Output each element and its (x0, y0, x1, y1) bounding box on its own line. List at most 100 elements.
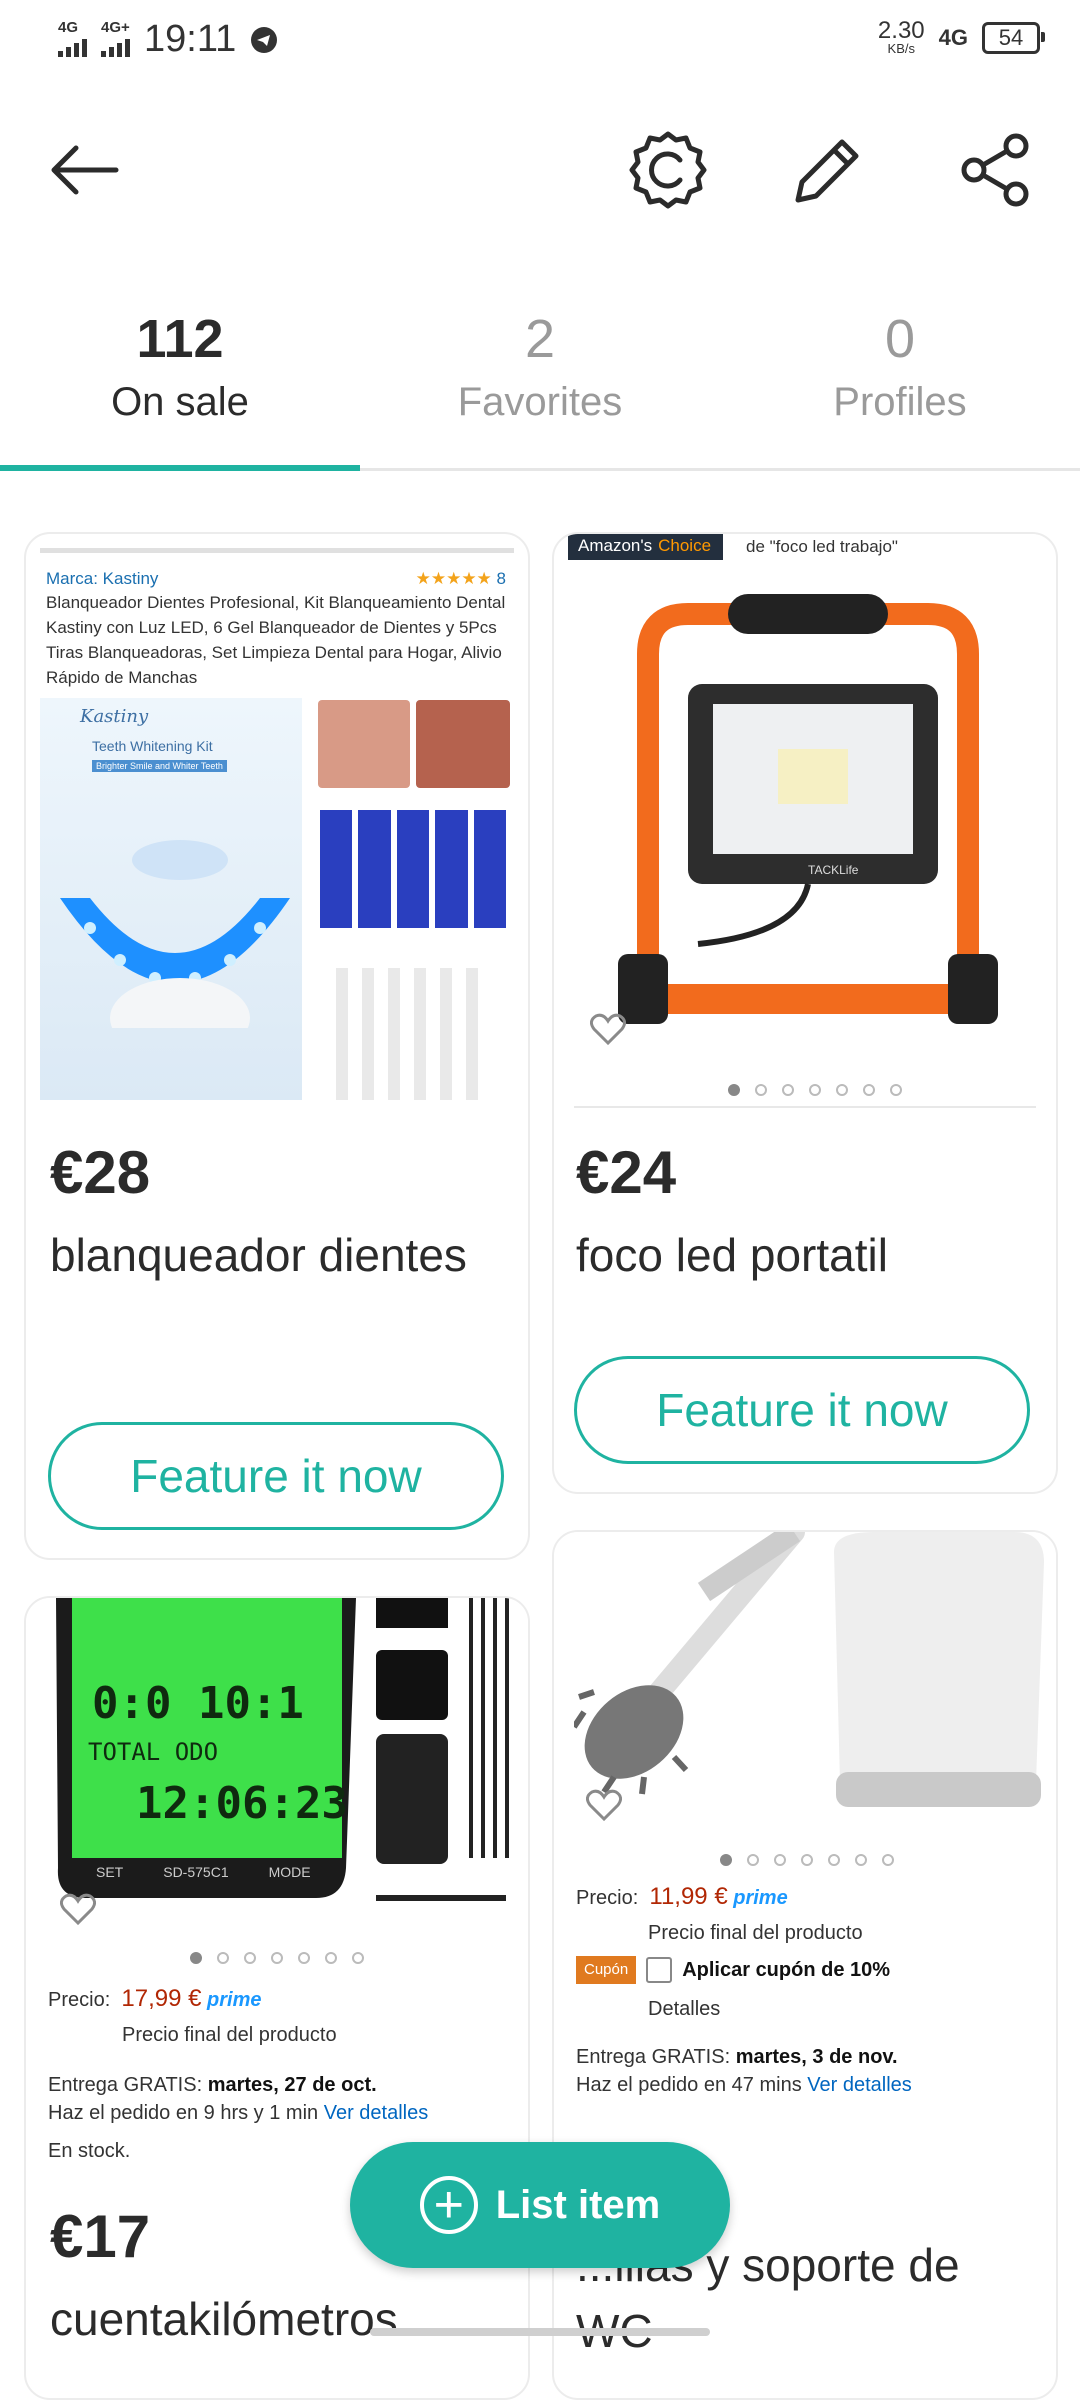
tab-label: Favorites (457, 380, 623, 424)
order-hint: Haz el pedido en 9 hrs y 1 min (48, 2102, 319, 2124)
plus-circle-icon: + (419, 2176, 478, 2234)
tab-bar: 112 On sale 2 Favorites 0 Profiles (0, 290, 1080, 471)
feature-it-now-button[interactable]: Feature it now (574, 1356, 1030, 1464)
brand-label: Marca: Kastiny (46, 569, 159, 588)
amazons-choice-badge: Amazon's Choice (568, 534, 724, 560)
work-light-image: TACKLife (618, 594, 998, 1024)
badge-left: Amazon's (568, 534, 659, 560)
gel-pens-image (336, 968, 506, 1100)
network-label-2: 4G+ (101, 18, 130, 36)
telegram-icon (251, 26, 278, 53)
delivery-date: martes, 27 de oct. (207, 2074, 377, 2096)
heart-icon[interactable] (590, 1012, 626, 1046)
signal-icon-2: 4G+ (101, 20, 130, 60)
share-icon (961, 133, 1029, 207)
boost-button[interactable] (618, 120, 718, 220)
network-label-right: 4G (938, 25, 968, 50)
price-label: Precio: (48, 1989, 111, 2011)
pencil-icon (795, 139, 859, 203)
speed-value: 2.30 (877, 17, 925, 44)
list-item-label: List item (495, 2182, 661, 2227)
listing-card[interactable]: 0:0 10:1 TOTAL ODO 12:06:23 SET SD-575C1… (24, 1596, 530, 2400)
badge-keyword: de "foco led trabajo" (746, 537, 898, 556)
prime-logo: prime (207, 1989, 262, 2011)
display-line-2: TOTAL ODO (88, 1738, 219, 1766)
delivery-date: martes, 3 de nov. (735, 2046, 898, 2068)
feature-it-now-button[interactable]: Feature it now (48, 1422, 504, 1530)
details-link: Ver detalles (807, 2074, 912, 2096)
brand-logo: TACKLife (808, 863, 859, 877)
listing-title: cuentakilómetros (50, 2293, 398, 2345)
badge-gear-icon (629, 131, 707, 209)
kit-box: Kastiny Teeth Whitening Kit Brighter Smi… (40, 698, 302, 1100)
home-indicator (370, 2328, 710, 2336)
stock-status: En stock. (48, 2140, 131, 2162)
tab-count: 0 (884, 309, 916, 369)
amazon-price-line: Precio: 17,99 € prime (48, 1986, 261, 2013)
app-bar (0, 120, 1080, 220)
image-carousel-dots[interactable] (728, 1084, 902, 1096)
signal-icon: 4G (58, 20, 87, 60)
network-label-1: 4G (58, 18, 79, 36)
product-image[interactable]: Marca: Kastiny ★★★★★ 8 Blanqueador Dient… (40, 548, 514, 1100)
product-image[interactable]: Precio: 11,99 € prime Precio final del p… (554, 1532, 1056, 2112)
image-carousel-dots[interactable] (190, 1952, 364, 1964)
listing-card[interactable]: Amazon's Choice de "foco led trabajo" TA… (552, 532, 1058, 1494)
arrow-left-icon (51, 145, 119, 195)
listing-price: €17 (50, 2203, 151, 2270)
listing-title: blanqueador dientes (50, 1229, 467, 1281)
back-button[interactable] (34, 120, 134, 220)
device-labels: SET SD-575C1 MODE (96, 1864, 311, 1880)
tab-label: On sale (111, 380, 249, 424)
tab-label: Profiles (833, 380, 967, 424)
rating-count: 8 (496, 569, 506, 588)
coupon-details-link: Detalles (648, 1998, 721, 2020)
edit-button[interactable] (778, 120, 878, 220)
share-button[interactable] (946, 120, 1046, 220)
order-hint-line: Haz el pedido en 47 mins Ver detalles (576, 2072, 912, 2098)
final-price-note: Precio final del producto (648, 1922, 863, 1944)
whitening-strips-image (320, 810, 507, 928)
battery-level: 54 (998, 24, 1024, 50)
details-link: Ver detalles (323, 2102, 429, 2124)
coupon-text: Aplicar cupón de 10% (682, 1959, 891, 1981)
tab-profiles[interactable]: 0 Profiles (720, 290, 1080, 468)
battery-icon: 54 (982, 21, 1045, 54)
amazon-price: 11,99 € (649, 1883, 728, 1910)
heart-icon[interactable] (586, 1788, 622, 1822)
price-label: Precio: (576, 1887, 639, 1909)
bike-computer-image (56, 1598, 509, 1901)
order-hint: Haz el pedido en 47 mins (576, 2074, 802, 2096)
final-price-note: Precio final del producto (122, 2024, 337, 2046)
badge-right: Choice (658, 534, 724, 560)
coupon-badge: Cupón (576, 1956, 637, 1984)
tab-count: 2 (524, 309, 556, 369)
delivery-label: Entrega GRATIS: (576, 2046, 731, 2068)
heart-icon[interactable] (60, 1892, 96, 1926)
smile-photo (416, 700, 510, 788)
listing-card[interactable]: Marca: Kastiny ★★★★★ 8 Blanqueador Dient… (24, 532, 530, 1560)
product-image[interactable]: Amazon's Choice de "foco led trabajo" TA… (568, 534, 1042, 1106)
kit-sublabel: Brighter Smile and Whiter Teeth (92, 760, 227, 772)
amazon-price-line: Precio: 11,99 € prime (576, 1884, 788, 1911)
listing-price: €24 (576, 1139, 677, 1206)
kit-logo: Kastiny (80, 706, 149, 727)
status-bar: 4G 4G+ 19:11 2.30 KB/s 4G 54 (0, 0, 1080, 84)
delivery-label: Entrega GRATIS: (48, 2074, 203, 2096)
display-line-1: 0:0 10:1 (92, 1678, 304, 1729)
list-item-button[interactable]: + List item (350, 2142, 730, 2268)
tab-favorites[interactable]: 2 Favorites (360, 290, 720, 468)
network-speed: 2.30 KB/s (877, 17, 925, 56)
prime-logo: prime (733, 1887, 788, 1909)
amazon-price: 17,99 € (121, 1985, 202, 2012)
tab-on-sale[interactable]: 112 On sale (0, 290, 360, 471)
device-label-set: SET (96, 1864, 124, 1880)
tab-count: 112 (136, 309, 224, 369)
listing-card[interactable]: Precio: 11,99 € prime Precio final del p… (552, 1530, 1058, 2400)
image-carousel-dots[interactable] (720, 1854, 894, 1866)
led-mouthpiece-image (60, 840, 290, 1028)
product-image[interactable]: 0:0 10:1 TOTAL ODO 12:06:23 SET SD-575C1… (26, 1598, 528, 2178)
rating: ★★★★★ 8 (415, 569, 506, 588)
delivery-line: Entrega GRATIS: martes, 3 de nov. (576, 2044, 898, 2070)
kit-label: Teeth Whitening Kit (92, 738, 213, 754)
